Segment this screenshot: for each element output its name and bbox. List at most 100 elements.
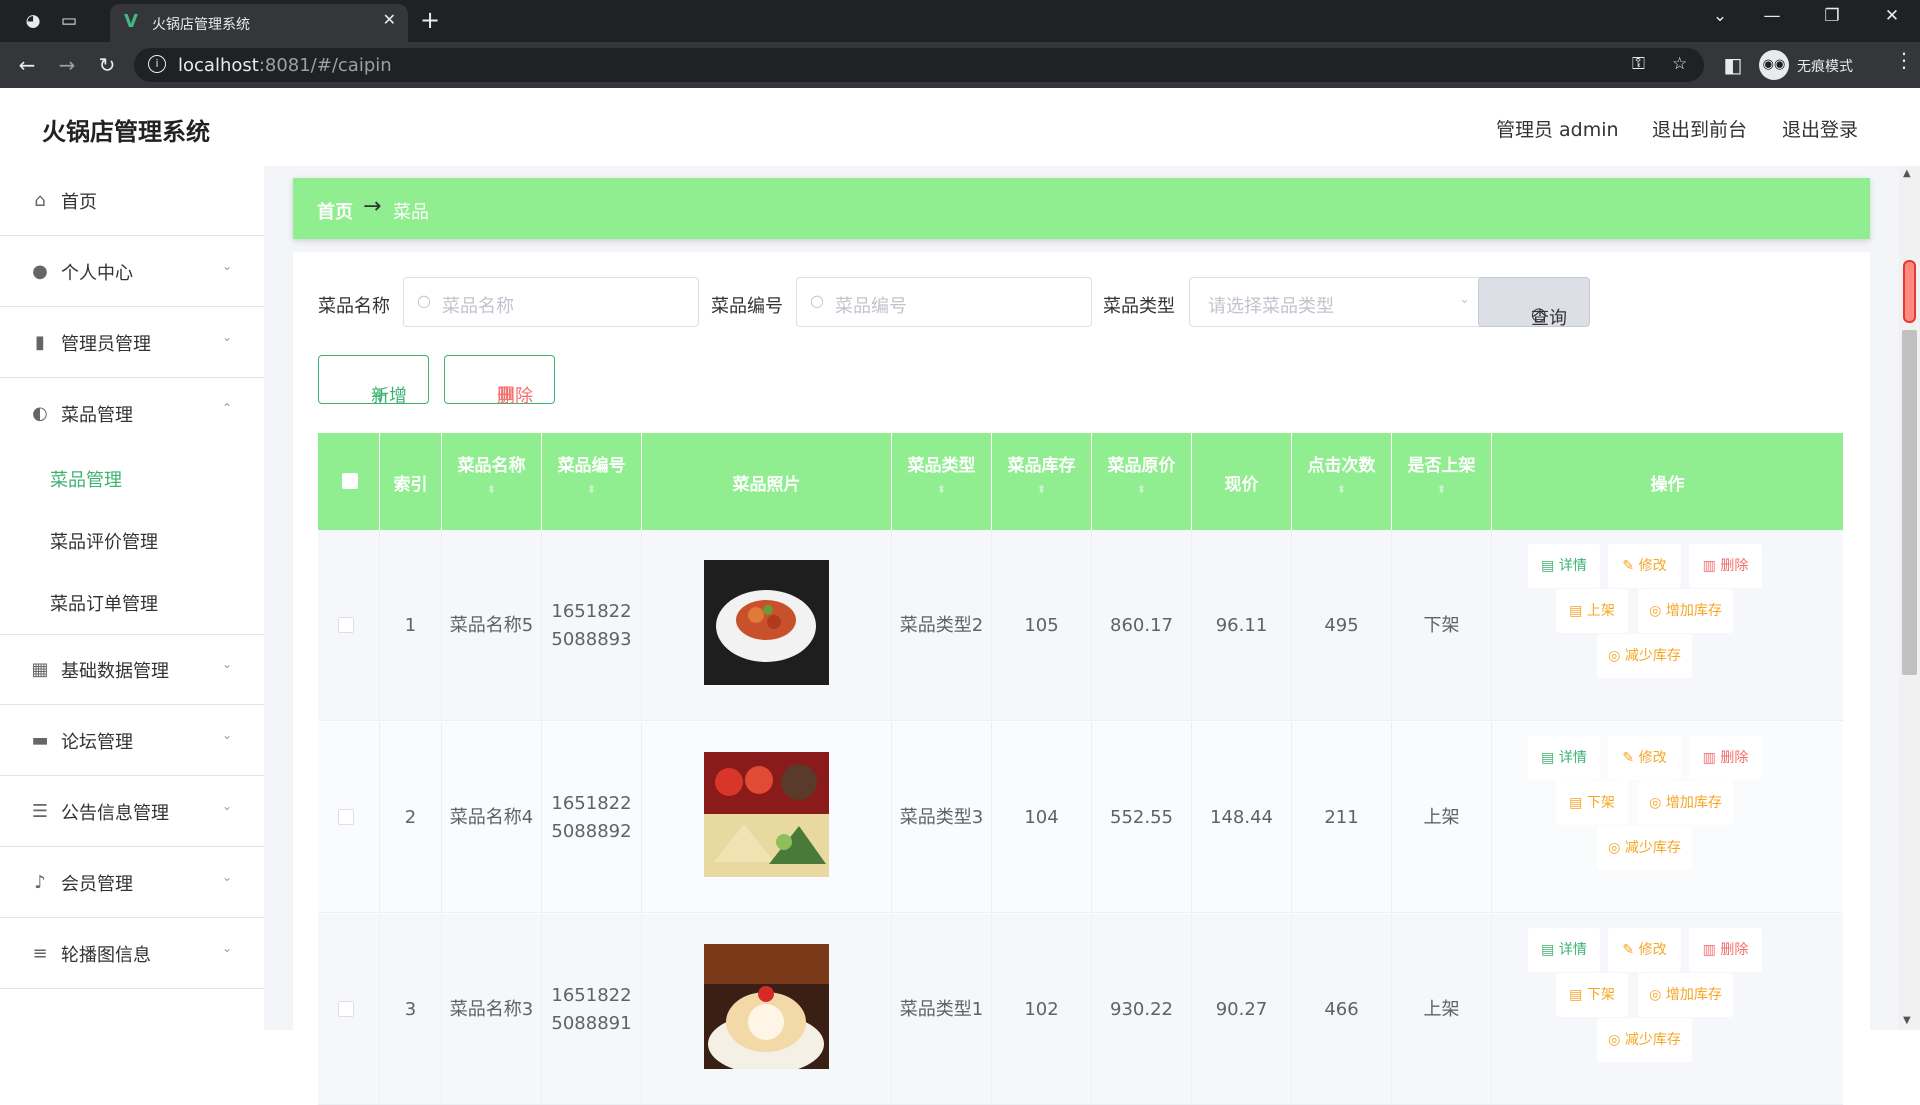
col-status[interactable]: 是否上架 ⬍	[1392, 433, 1492, 530]
col-photo[interactable]: 菜品照片	[642, 433, 892, 530]
delete-row-button[interactable]: ▥ 删除	[1689, 544, 1762, 588]
site-info-icon[interactable]: i	[148, 55, 166, 73]
sidebar-item-admin[interactable]: ▮ 管理员管理 ⌄	[0, 308, 264, 378]
browser-tab-active[interactable]: V 火锅店管理系统 ✕	[110, 4, 408, 42]
reduce-stock-button[interactable]: ◎ 减少库存	[1597, 826, 1692, 870]
address-bar-row: ← → ↻ i localhost:8081/#/caipin ⚿ ☆ ◧ ◉◉…	[0, 42, 1920, 88]
reduce-stock-button[interactable]: ◎ 减少库存	[1597, 634, 1692, 678]
sidebar-item-label: 管理员管理	[61, 334, 151, 355]
bookmark-star-icon[interactable]: ☆	[1672, 54, 1687, 74]
dish-code-input[interactable]: ○ 菜品编号	[796, 277, 1092, 327]
add-stock-button[interactable]: ◎ 增加库存	[1638, 781, 1733, 825]
query-button[interactable]: 查询 ○	[1478, 277, 1590, 329]
toggle-shelf-button[interactable]: ▤ 下架	[1556, 973, 1628, 1017]
add-button[interactable]: ＋ 新增	[318, 355, 429, 407]
cell-stock: 102	[992, 914, 1092, 1105]
delete-button[interactable]: ▥ 删除	[444, 355, 555, 407]
edit-button[interactable]: ✎ 修改	[1608, 736, 1681, 780]
row-checkbox[interactable]	[338, 617, 354, 633]
sidebar-sub-dish-manage[interactable]: 菜品管理	[50, 466, 122, 492]
scroll-down-icon[interactable]: ▼	[1903, 1015, 1911, 1026]
row-checkbox[interactable]	[338, 1001, 354, 1017]
cell-orig: 552.55	[1092, 722, 1192, 913]
toggle-shelf-button[interactable]: ▤ 上架	[1556, 589, 1628, 633]
sidebar-item-notice[interactable]: ☰ 公告信息管理 ⌄	[0, 777, 264, 847]
dish-photo[interactable]	[704, 752, 829, 877]
tab-close-icon[interactable]: ✕	[383, 10, 396, 29]
detail-button[interactable]: ▤ 详情	[1528, 736, 1600, 780]
forward-icon[interactable]: →	[54, 52, 80, 78]
cell-type-text: 菜品类型3	[899, 806, 984, 828]
select-all-checkbox[interactable]	[342, 473, 358, 489]
url-text: localhost:8081/#/caipin	[178, 55, 392, 76]
exit-to-front-link[interactable]: 退出到前台	[1652, 115, 1747, 142]
detail-button[interactable]: ▤ 详情	[1528, 928, 1600, 972]
close-window-icon[interactable]: ✕	[1872, 6, 1912, 26]
maximize-icon[interactable]: ❐	[1812, 6, 1852, 26]
reload-icon[interactable]: ↻	[94, 52, 120, 78]
tab-search-icon[interactable]: ▭	[56, 9, 82, 33]
cell-name-text: 菜品名称4	[449, 806, 534, 828]
dish-photo[interactable]	[704, 560, 829, 685]
search-icon: ○	[1531, 304, 1547, 325]
sidebar-item-dish[interactable]: ◐ 菜品管理 ⌃	[0, 379, 264, 449]
cell-index: 2	[380, 722, 442, 913]
dish-photo[interactable]	[704, 944, 829, 1074]
col-price[interactable]: 现价	[1192, 433, 1292, 530]
col-type[interactable]: 菜品类型 ⬍	[892, 433, 992, 530]
dish-type-select[interactable]: 请选择菜品类型 ⌄	[1189, 277, 1485, 327]
delete-row-button[interactable]: ▥ 删除	[1689, 736, 1762, 780]
dish-name-input[interactable]: ○ 菜品名称	[403, 277, 699, 327]
sidebar-item-label: 菜品管理	[61, 405, 133, 426]
scrollbar-thumb[interactable]	[1902, 330, 1917, 675]
col-code[interactable]: 菜品编号 ⬍	[542, 433, 642, 530]
sidebar-item-forum[interactable]: ▬ 论坛管理 ⌄	[0, 706, 264, 776]
breadcrumb-home[interactable]: 首页	[317, 198, 353, 224]
col-clicks[interactable]: 点击次数 ⬍	[1292, 433, 1392, 530]
edit-button[interactable]: ✎ 修改	[1608, 928, 1681, 972]
sidebar-item-profile[interactable]: ● 个人中心 ⌄	[0, 237, 264, 307]
header-select-all[interactable]	[318, 433, 380, 530]
reduce-stock-button[interactable]: ◎ 减少库存	[1597, 1018, 1692, 1062]
sidebar-item-member[interactable]: ♪ 会员管理 ⌄	[0, 848, 264, 918]
key-icon[interactable]: ⚿	[1632, 54, 1645, 74]
new-tab-icon[interactable]: +	[420, 6, 440, 34]
add-stock-button[interactable]: ◎ 增加库存	[1638, 973, 1733, 1017]
incognito-badge[interactable]: ◉◉ 无痕模式	[1759, 48, 1909, 82]
delete-row-button[interactable]: ▥ 删除	[1689, 928, 1762, 972]
edit-button[interactable]: ✎ 修改	[1608, 544, 1681, 588]
toggle-shelf-button[interactable]: ▤ 下架	[1556, 781, 1628, 825]
cell-status: 上架	[1392, 914, 1492, 1105]
back-icon[interactable]: ←	[14, 52, 40, 78]
logout-link[interactable]: 退出登录	[1782, 115, 1858, 142]
cell-actions: ▤ 详情 ✎ 修改 ▥ 删除 ▤ 下架 ◎ 增加库存 ◎ 减少库存	[1492, 722, 1843, 913]
col-orig-price[interactable]: 菜品原价 ⬍	[1092, 433, 1192, 530]
scrollbar-thumb-highlight[interactable]	[1903, 260, 1916, 323]
minimize-icon[interactable]: —	[1752, 6, 1792, 26]
filter-type-label: 菜品类型	[1103, 296, 1175, 317]
scroll-up-icon[interactable]: ▲	[1903, 168, 1911, 179]
sidebar-item-home[interactable]: ⌂ 首页	[0, 166, 264, 236]
url-input[interactable]: i localhost:8081/#/caipin ⚿ ☆	[134, 48, 1704, 82]
browser-globe-icon[interactable]: ◕	[20, 9, 46, 33]
browser-menu-icon[interactable]: ⋮	[1894, 48, 1914, 72]
col-stock[interactable]: 菜品库存 ⬍	[992, 433, 1092, 530]
side-panel-icon[interactable]: ◧	[1720, 52, 1746, 78]
add-stock-button[interactable]: ◎ 增加库存	[1638, 589, 1733, 633]
sidebar-sub-dish-order[interactable]: 菜品订单管理	[50, 590, 158, 616]
row-checkbox[interactable]	[338, 809, 354, 825]
list-icon: ≡	[32, 943, 48, 964]
sidebar-item-carousel[interactable]: ≡ 轮播图信息 ⌄	[0, 919, 264, 989]
cell-clicks: 211	[1292, 722, 1392, 913]
sidebar-sub-dish-review[interactable]: 菜品评价管理	[50, 528, 158, 554]
cell-clicks-text: 495	[1324, 614, 1359, 636]
table-header: 索引 菜品名称 ⬍ 菜品编号 ⬍ 菜品照片 菜品类型 ⬍ 菜品库存 ⬍ 菜品原价 ⬍ 现价…	[318, 433, 1843, 530]
col-name[interactable]: 菜品名称 ⬍	[442, 433, 542, 530]
tab-list-chevron-icon[interactable]: ⌄	[1700, 6, 1740, 26]
add-label: 新增	[371, 386, 407, 407]
detail-button[interactable]: ▤ 详情	[1528, 544, 1600, 588]
cell-code-text: 16518225088891	[551, 984, 632, 1034]
lightbulb-icon: ◐	[32, 403, 48, 424]
cell-clicks-text: 211	[1324, 806, 1359, 828]
sidebar-item-basic-data[interactable]: ▦ 基础数据管理 ⌄	[0, 635, 264, 705]
